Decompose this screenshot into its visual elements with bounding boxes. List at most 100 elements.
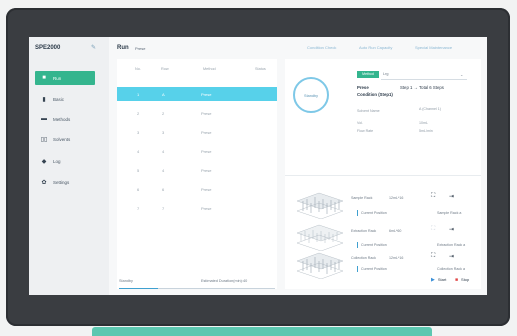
sidebar-item-label: Basic bbox=[53, 96, 65, 102]
row-label: 7 bbox=[162, 206, 165, 211]
row-no: 7 bbox=[137, 206, 140, 211]
brand-name: SPE2000 bbox=[35, 45, 61, 51]
run-status-text: Standby bbox=[119, 279, 133, 283]
expand-icon[interactable]: ⛶ bbox=[431, 193, 435, 200]
table-row[interactable]: 2 2 Prese bbox=[117, 106, 277, 120]
row-no: 3 bbox=[137, 130, 140, 135]
start-button[interactable]: ▶ Start bbox=[431, 277, 446, 283]
stop-button[interactable]: ■ Stop bbox=[455, 277, 469, 283]
current-position-value: Sample Rack a bbox=[437, 211, 462, 215]
sidebar-item-log[interactable]: ◆ Log bbox=[29, 154, 109, 168]
row-method: Prese bbox=[201, 111, 212, 116]
row-no: 5 bbox=[137, 168, 140, 173]
header-link-maintenance[interactable]: Special Maintenance bbox=[415, 45, 452, 50]
extraction-rack-illustration bbox=[296, 224, 344, 251]
book-icon: ▮ bbox=[42, 96, 46, 103]
current-position-value: Extraction Rack a bbox=[437, 243, 466, 247]
column-header-status: Status bbox=[255, 67, 266, 71]
progress-fill bbox=[119, 288, 158, 289]
pencil-icon[interactable]: ✎ bbox=[91, 44, 96, 51]
rack-value: 6mL*60 bbox=[389, 229, 402, 233]
method-button[interactable]: Method bbox=[357, 71, 379, 78]
sidebar-item-basic[interactable]: ▮ Basic bbox=[29, 92, 109, 106]
chevron-down-icon[interactable]: ⌄ bbox=[460, 72, 463, 77]
sidebar: SPE2000 ✎ ■ Run ▮ Basic ▬ Methods ▯▯ Sol… bbox=[29, 37, 109, 295]
sidebar-item-label: Run bbox=[53, 75, 62, 81]
export-icon[interactable]: ⇥ bbox=[449, 226, 454, 233]
table-row[interactable]: 7 7 Prese bbox=[117, 201, 277, 215]
expand-icon[interactable]: ⛶ bbox=[431, 226, 435, 233]
method-panel: Standby Method Lrg ⌄ Prese Step 1 → Tota… bbox=[285, 59, 481, 289]
current-position-label: Current Position bbox=[361, 267, 387, 271]
sidebar-item-run[interactable]: ■ Run bbox=[35, 71, 95, 85]
field-value: 10mL bbox=[419, 121, 428, 125]
step-progress: Step 1 → Total 6 Steps bbox=[400, 85, 444, 90]
row-method: Prese bbox=[201, 149, 212, 154]
status-footer: Standby Estimated Duration(min):40 bbox=[117, 277, 277, 289]
row-label: 2 bbox=[162, 111, 165, 116]
row-label: A bbox=[162, 92, 165, 97]
rack-label: Collection Rack bbox=[351, 256, 376, 260]
field-key: Vol. bbox=[357, 121, 363, 125]
current-position-label: Current Position bbox=[361, 243, 387, 247]
sequence-table: No. Row Method Status 1 A Prese 2 2 Pres… bbox=[117, 59, 277, 289]
row-no: 6 bbox=[137, 187, 140, 192]
header-link-auto-run[interactable]: Auto Run Capacity bbox=[359, 45, 392, 50]
flask-icon: ▬ bbox=[41, 116, 47, 122]
touchscreen: SPE2000 ✎ ■ Run ▮ Basic ▬ Methods ▯▯ Sol… bbox=[29, 37, 487, 295]
table-row[interactable]: 5 4 Prese bbox=[117, 163, 277, 177]
table-row[interactable]: 4 4 Prese bbox=[117, 144, 277, 158]
stop-label: Stop bbox=[461, 277, 470, 282]
rack-value: 12mL*16 bbox=[389, 256, 404, 260]
sidebar-item-label: Log bbox=[53, 158, 61, 164]
rack-label: Extraction Rack bbox=[351, 229, 377, 233]
position-marker bbox=[357, 266, 358, 272]
table-row[interactable]: 6 6 Prese bbox=[117, 182, 277, 196]
position-marker bbox=[357, 242, 358, 248]
method-name: Prese bbox=[357, 85, 369, 90]
sidebar-item-methods[interactable]: ▬ Methods bbox=[29, 112, 109, 126]
row-method: Prese bbox=[201, 206, 212, 211]
export-icon[interactable]: ⇥ bbox=[449, 193, 454, 200]
row-no: 4 bbox=[137, 149, 140, 154]
current-position-label: Current Position bbox=[361, 211, 387, 215]
field-value: A (Channel 1) bbox=[419, 107, 441, 111]
sample-rack-illustration bbox=[296, 192, 344, 219]
status-ring: Standby bbox=[293, 77, 329, 113]
row-no: 1 bbox=[137, 92, 140, 97]
square-icon: ■ bbox=[42, 75, 46, 81]
sidebar-item-solvents[interactable]: ▯▯ Solvents bbox=[29, 132, 109, 146]
expand-icon[interactable]: ⛶ bbox=[431, 253, 435, 260]
row-label: 6 bbox=[162, 187, 165, 192]
stop-icon: ■ bbox=[455, 277, 459, 283]
table-row[interactable]: 1 A Prese bbox=[117, 87, 277, 101]
sidebar-item-label: Methods bbox=[53, 116, 71, 122]
sidebar-item-settings[interactable]: ✿ Settings bbox=[29, 175, 109, 189]
start-label: Start bbox=[437, 277, 447, 282]
estimated-duration: Estimated Duration(min):40 bbox=[201, 279, 248, 283]
collection-rack-illustration bbox=[296, 252, 344, 279]
sidebar-item-label: Solvents bbox=[53, 136, 71, 142]
sidebar-item-label: Settings bbox=[53, 179, 70, 185]
row-label: 3 bbox=[162, 130, 165, 135]
panel-divider bbox=[285, 175, 481, 176]
play-icon: ▶ bbox=[431, 277, 435, 283]
export-icon[interactable]: ⇥ bbox=[449, 253, 454, 260]
gear-icon: ✿ bbox=[41, 179, 47, 186]
row-label: 4 bbox=[162, 149, 165, 154]
field-key: Solvent Name bbox=[357, 109, 380, 113]
row-no: 2 bbox=[137, 111, 140, 116]
device-base bbox=[92, 327, 432, 336]
column-header-method: Method bbox=[203, 67, 216, 71]
column-header-no: No. bbox=[135, 67, 141, 71]
position-marker bbox=[357, 210, 358, 216]
method-select-value[interactable]: Lrg bbox=[383, 72, 389, 76]
table-row[interactable]: 3 3 Prese bbox=[117, 125, 277, 139]
header-link-condition-check[interactable]: Condition Check bbox=[307, 45, 336, 50]
row-method: Prese bbox=[201, 187, 212, 192]
rack-label: Sample Rack bbox=[351, 196, 373, 200]
row-label: 4 bbox=[162, 168, 165, 173]
current-position-value: Collection Rack a bbox=[437, 267, 465, 271]
select-underline bbox=[381, 79, 467, 80]
row-method: Prese bbox=[201, 168, 212, 173]
